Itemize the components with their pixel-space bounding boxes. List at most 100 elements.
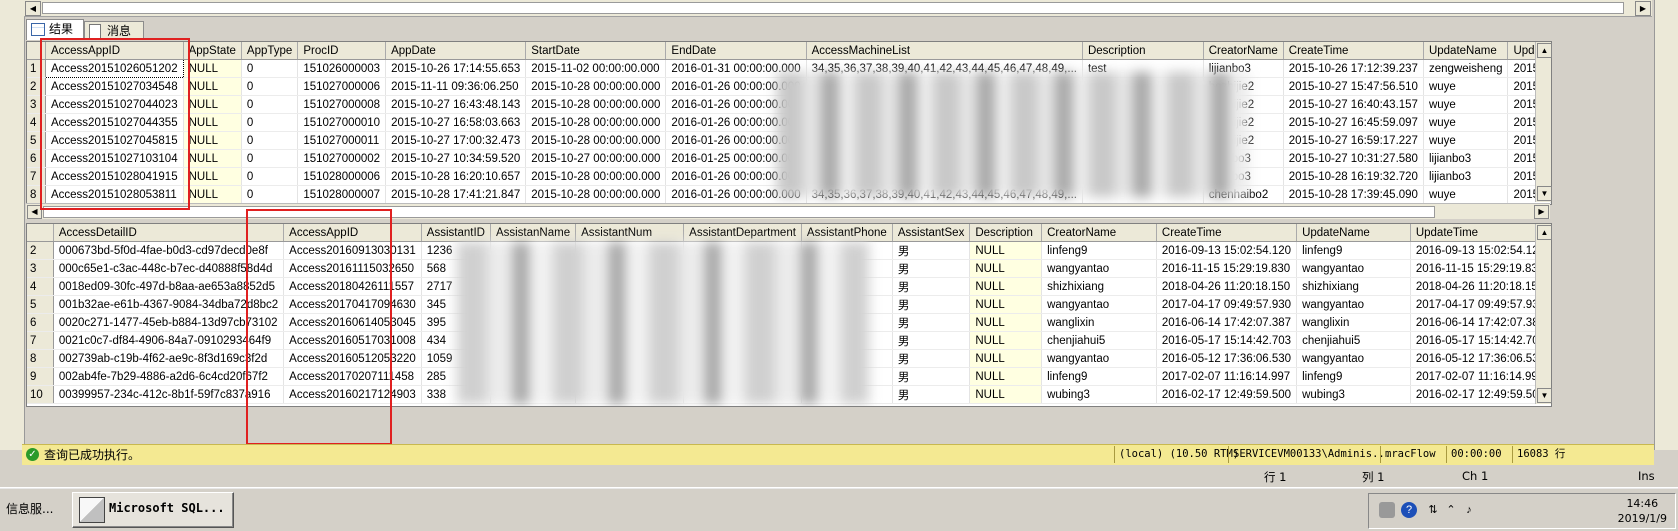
grid-cell[interactable]: NULL [969, 313, 1043, 332]
grid-cell[interactable]: 2015-10-27 16:40:43.157 [1283, 95, 1424, 114]
grid-cell[interactable]: 男 [892, 277, 971, 296]
column-header[interactable]: AssistantID [421, 224, 491, 242]
grid-cell[interactable]: 0 [241, 167, 299, 186]
grid-cell[interactable]: wuye [1423, 77, 1509, 96]
grid-cell[interactable]: 男 [892, 259, 971, 278]
grid-cell[interactable]: zengweisheng [1423, 59, 1509, 78]
grid-cell[interactable]: 男 [892, 241, 971, 260]
grid-cell[interactable]: lijianbo3 [1423, 167, 1509, 186]
grid-cell[interactable]: shizhixiang [1041, 277, 1157, 296]
grid-cell[interactable]: linfeng9 [1041, 367, 1157, 386]
help-icon[interactable]: ? [1401, 502, 1417, 518]
grid-cell[interactable]: shizhixiang [1296, 277, 1411, 296]
grid-cell[interactable]: 0 [241, 131, 299, 150]
grid2-vertical-scrollbar[interactable]: ▲ ▼ [1535, 224, 1552, 404]
grid-cell[interactable]: 151027000011 [297, 131, 387, 150]
grid-cell[interactable]: 2015-10-28 16:19:32.720 [1283, 167, 1424, 186]
grid-cell[interactable]: 2016-09-13 15:02:54.120 [1156, 241, 1298, 260]
top-horizontal-scrollbar[interactable]: ◀ ▶ [24, 0, 1652, 17]
column-header[interactable]: AssistantSex [892, 224, 971, 242]
scroll-up-arrow-icon[interactable]: ▲ [1537, 225, 1552, 240]
grid-cell[interactable]: 2015-10-27 10:34:59.520 [385, 149, 527, 168]
grid1-vertical-scrollbar[interactable]: ▲ ▼ [1535, 42, 1552, 202]
grid-cell[interactable]: NULL [183, 131, 242, 150]
row-number[interactable]: 6 [27, 313, 54, 332]
grid-cell[interactable]: 2015-10-27 16:45:59.097 [1283, 113, 1424, 132]
grid-cell[interactable]: NULL [969, 259, 1043, 278]
grid-cell[interactable]: 151028000007 [297, 185, 387, 204]
grid-cell[interactable]: NULL [183, 77, 242, 96]
grid-cell[interactable]: NULL [183, 59, 242, 78]
grid-cell[interactable]: 2016-05-12 17:36:06.530 [1156, 349, 1298, 368]
grid-cell[interactable]: wuye [1423, 95, 1509, 114]
column-header[interactable]: AppDate [385, 42, 527, 60]
grid-cell[interactable]: NULL [969, 367, 1043, 386]
column-header[interactable]: CreatorName [1041, 224, 1157, 242]
grid-cell[interactable]: 2016-09-13 15:02:54.120 [1410, 241, 1551, 260]
grid-cell[interactable]: 2015-10-28 00:00:00.000 [525, 167, 667, 186]
grid-cell[interactable]: 2015-10-27 16:59:17.227 [1283, 131, 1424, 150]
grid-cell[interactable]: NULL [183, 149, 242, 168]
column-header[interactable]: CreateTime [1283, 42, 1424, 60]
grid-cell[interactable]: linfeng9 [1296, 367, 1411, 386]
grid-cell[interactable]: 男 [892, 295, 971, 314]
tab-results[interactable]: 结果 [26, 19, 84, 40]
column-header[interactable]: AssistantDepartment [683, 224, 802, 242]
grid-cell[interactable]: NULL [183, 113, 242, 132]
column-header[interactable]: ProcID [297, 42, 387, 60]
row-number[interactable]: 9 [27, 367, 54, 386]
grid-cell[interactable]: 2015-10-28 17:41:21.847 [385, 185, 527, 204]
grid-cell[interactable]: 0 [241, 113, 299, 132]
grid-cell[interactable]: linfeng9 [1296, 241, 1411, 260]
grid-cell[interactable]: 2016-05-17 15:14:42.703 [1156, 331, 1298, 350]
grid-cell[interactable]: 151027000006 [297, 77, 387, 96]
grid-cell[interactable]: NULL [183, 167, 242, 186]
grid-cell[interactable]: 2015-10-28 17:39:45.090 [1283, 185, 1424, 204]
grid-cell[interactable]: 2015-10-27 00:00:00.000 [525, 149, 667, 168]
grid-cell[interactable]: 2015-10-28 00:00:00.000 [525, 95, 667, 114]
column-header[interactable]: CreatorName [1203, 42, 1284, 60]
network-icon[interactable]: ⇅ [1425, 502, 1441, 518]
column-header[interactable]: Description [969, 224, 1043, 242]
grid-cell[interactable]: wangyantao [1296, 295, 1411, 314]
grid-cell[interactable]: 2016-05-12 17:36:06.530 [1410, 349, 1551, 368]
row-number[interactable]: 7 [27, 331, 54, 350]
grid-cell[interactable]: 2017-02-07 11:16:14.997 [1156, 367, 1298, 386]
grid-cell[interactable]: 151027000002 [297, 149, 387, 168]
grid-cell[interactable]: wangyantao [1296, 259, 1411, 278]
grid-cell[interactable]: 0 [241, 95, 299, 114]
grid-cell[interactable]: 2015-11-11 09:36:06.250 [385, 77, 527, 96]
grid-cell[interactable]: 2015-10-27 10:31:27.580 [1283, 149, 1424, 168]
scroll-down-arrow-icon[interactable]: ▼ [1537, 388, 1552, 403]
grid-cell[interactable]: 2015-10-27 17:00:32.473 [385, 131, 527, 150]
scroll-down-arrow-icon[interactable]: ▼ [1537, 186, 1552, 201]
volume-icon[interactable]: ♪ [1461, 502, 1477, 518]
scroll-right-arrow-icon[interactable]: ▶ [1534, 205, 1549, 219]
grid-cell[interactable]: NULL [969, 385, 1043, 404]
column-header[interactable]: AssistantNum [575, 224, 685, 242]
column-header[interactable]: AssistantPhone [801, 224, 893, 242]
scroll-right-arrow-icon[interactable]: ▶ [1635, 1, 1651, 16]
results-grid-1[interactable]: AccessAppID AppState AppType ProcID AppDate S… [26, 41, 1552, 205]
taskbar-item-info[interactable]: 信息服... [6, 494, 53, 524]
scroll-up-arrow-icon[interactable]: ▲ [1537, 43, 1552, 58]
grid-cell[interactable]: chenjiahui5 [1296, 331, 1411, 350]
grid-cell[interactable]: 0 [241, 149, 299, 168]
grid-cell[interactable]: 2016-06-14 17:42:07.387 [1156, 313, 1298, 332]
column-header[interactable]: StartDate [525, 42, 667, 60]
grid-cell[interactable]: 男 [892, 313, 971, 332]
grid-cell[interactable]: wuye [1423, 185, 1509, 204]
row-number[interactable]: 3 [27, 259, 54, 278]
grid-cell[interactable]: 男 [892, 349, 971, 368]
grid-cell[interactable]: 151027000008 [297, 95, 387, 114]
grid-cell[interactable]: 151027000010 [297, 113, 387, 132]
column-header[interactable]: UpdateTime [1410, 224, 1551, 242]
row-number[interactable]: 8 [27, 349, 54, 368]
grid-cell[interactable]: 2016-11-15 15:29:19.830 [1156, 259, 1298, 278]
grid-cell[interactable]: wubing3 [1296, 385, 1411, 404]
grid-cell[interactable]: wanglixin [1296, 313, 1411, 332]
row-number[interactable]: 2 [27, 241, 54, 260]
grid-cell[interactable]: NULL [183, 185, 242, 204]
column-header[interactable]: Description [1082, 42, 1204, 60]
row-number[interactable]: 5 [27, 295, 54, 314]
